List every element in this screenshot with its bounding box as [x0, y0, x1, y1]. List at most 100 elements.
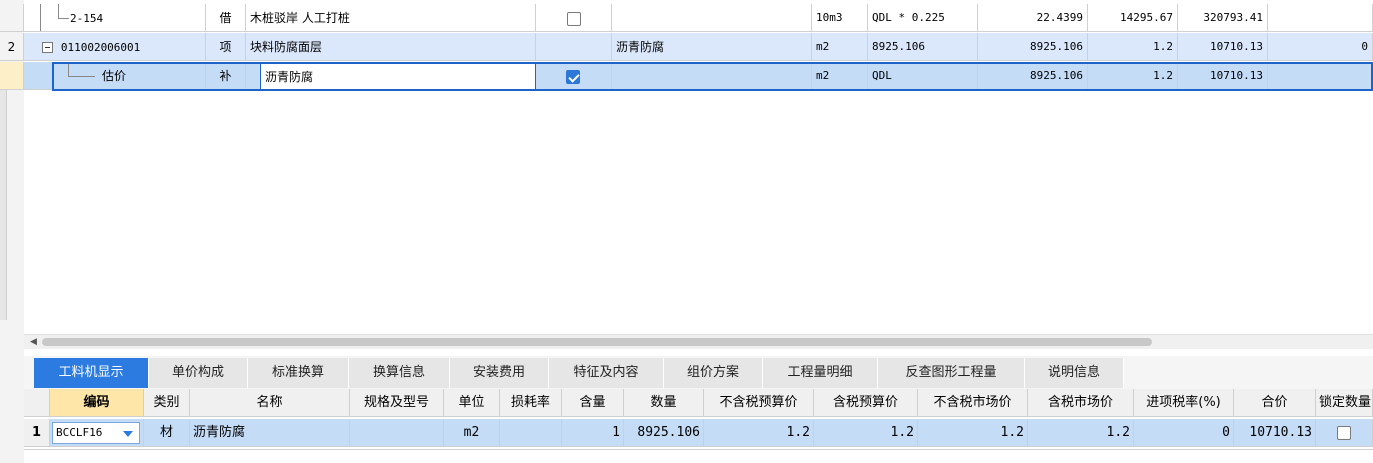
spec-cell[interactable]	[612, 62, 812, 90]
code-dropdown[interactable]: BCCLF16	[52, 422, 140, 444]
code-text: 估价	[102, 69, 127, 83]
lower-table-row[interactable]: 1 BCCLF16 材 沥青防腐 m2 1 8925.106 1.2 1.2 1…	[24, 419, 1373, 447]
scroll-left-icon[interactable]: ◀	[30, 337, 37, 347]
scrollbar-thumb[interactable]	[42, 338, 1152, 346]
header-quantity[interactable]: 数量	[624, 389, 704, 417]
code-cell[interactable]: 估价	[24, 62, 206, 90]
tax-budget-cell[interactable]: 1.2	[814, 419, 918, 447]
type-cell[interactable]: 项	[206, 33, 246, 61]
collapse-icon[interactable]	[42, 42, 53, 53]
row-number: 2	[0, 33, 24, 61]
row-number	[0, 62, 24, 90]
content-cell[interactable]: 1	[562, 419, 624, 447]
loss-cell[interactable]	[500, 419, 562, 447]
checkbox[interactable]	[566, 11, 581, 26]
expr-cell[interactable]: QDL	[868, 62, 978, 90]
upper-grid: 2-154 借 木桩驳岸 人工打桩 10m3 QDL * 0.225 22.43…	[0, 0, 1373, 334]
lock-qty-cell[interactable]	[1316, 419, 1373, 447]
price-cell[interactable]: 1.2	[1088, 33, 1178, 61]
tax-market-cell[interactable]: 1.2	[1028, 419, 1134, 447]
quantity-cell[interactable]: 8925.106	[624, 419, 704, 447]
checkbox-cell[interactable]	[536, 4, 612, 32]
price-cell[interactable]: 1.2	[1088, 62, 1178, 90]
header-content[interactable]: 含量	[562, 389, 624, 417]
total-cell[interactable]: 10710.13	[1234, 419, 1316, 447]
lock-checkbox[interactable]	[1337, 425, 1351, 440]
name-cell[interactable]: 木桩驳岸 人工打桩	[246, 4, 536, 32]
spec-cell[interactable]: 沥青防腐	[612, 33, 812, 61]
row-number: 1	[24, 419, 50, 447]
header-code[interactable]: 编码	[50, 389, 144, 417]
code-cell[interactable]: 2-154	[24, 4, 206, 32]
app-root: 2-154 借 木桩驳岸 人工打桩 10m3 QDL * 0.225 22.43…	[0, 0, 1373, 463]
extra-cell[interactable]	[1268, 62, 1373, 90]
tab-quantity-detail[interactable]: 工程量明细	[763, 358, 878, 388]
expr-cell[interactable]: QDL * 0.225	[868, 4, 978, 32]
header-rownum	[24, 389, 50, 417]
header-tax-budget[interactable]: 含税预算价	[814, 389, 918, 417]
table-row[interactable]: 2-154 借 木桩驳岸 人工打桩 10m3 QDL * 0.225 22.43…	[0, 4, 1373, 32]
name-edit-cell[interactable]: 沥青防腐	[260, 62, 536, 90]
pretax-budget-cell[interactable]: 1.2	[704, 419, 814, 447]
header-lock-qty[interactable]: 锁定数量	[1316, 389, 1373, 417]
qty-cell[interactable]: 22.4399	[978, 4, 1088, 32]
pretax-market-cell[interactable]: 1.2	[918, 419, 1028, 447]
header-tax-rate[interactable]: 进项税率(%)	[1134, 389, 1234, 417]
checkbox-cell[interactable]	[536, 62, 612, 90]
tab-conversion-info[interactable]: 换算信息	[349, 358, 450, 388]
tab-bar: 工料机显示 单价构成 标准换算 换算信息 安装费用 特征及内容 组价方案 工程量…	[24, 356, 1373, 389]
header-pretax-budget[interactable]: 不含税预算价	[704, 389, 814, 417]
header-spec[interactable]: 规格及型号	[350, 389, 444, 417]
name-cell[interactable]: 块料防腐面层	[246, 33, 536, 61]
lower-grid: 编码 类别 名称 规格及型号 单位 损耗率 含量 数量 不含税预算价 含税预算价…	[24, 389, 1373, 449]
extra-cell[interactable]: 0	[1268, 33, 1373, 61]
header-name[interactable]: 名称	[190, 389, 350, 417]
type-cell[interactable]: 补	[206, 62, 246, 90]
total-cell[interactable]: 10710.13	[1178, 62, 1268, 90]
total-cell[interactable]: 10710.13	[1178, 33, 1268, 61]
header-tax-market[interactable]: 含税市场价	[1028, 389, 1134, 417]
header-loss-rate[interactable]: 损耗率	[500, 389, 562, 417]
unit-cell[interactable]: m2	[444, 419, 500, 447]
tab-pricing-plan[interactable]: 组价方案	[664, 358, 763, 388]
tab-features[interactable]: 特征及内容	[549, 358, 664, 388]
tab-reverse-lookup[interactable]: 反查图形工程量	[878, 358, 1025, 388]
header-pretax-market[interactable]: 不含税市场价	[918, 389, 1028, 417]
header-total[interactable]: 合价	[1234, 389, 1316, 417]
chevron-down-icon[interactable]	[123, 431, 133, 437]
expr-cell[interactable]: 8925.106	[868, 33, 978, 61]
tab-description[interactable]: 说明信息	[1025, 358, 1124, 388]
spec-cell[interactable]	[612, 4, 812, 32]
unit-cell[interactable]: 10m3	[812, 4, 868, 32]
tab-unit-price[interactable]: 单价构成	[149, 358, 248, 388]
checkbox-cell[interactable]	[536, 33, 612, 61]
code-text: 011002006001	[60, 41, 141, 54]
panel-resize-handle[interactable]	[0, 78, 7, 320]
table-row-selected[interactable]: 估价 补 沥青防腐 m2 QDL 8925.106 1.2 10710.13	[0, 62, 1373, 90]
header-unit[interactable]: 单位	[444, 389, 500, 417]
unit-cell[interactable]: m2	[812, 33, 868, 61]
header-category[interactable]: 类别	[144, 389, 190, 417]
tab-install-cost[interactable]: 安装费用	[450, 358, 549, 388]
horizontal-scrollbar[interactable]: ◀	[24, 334, 1373, 349]
tab-standard-conversion[interactable]: 标准换算	[248, 358, 349, 388]
qty-cell[interactable]: 8925.106	[978, 33, 1088, 61]
qty-cell[interactable]: 8925.106	[978, 62, 1088, 90]
type-cell[interactable]: 借	[206, 4, 246, 32]
checkbox-checked[interactable]	[566, 69, 580, 84]
total-cell[interactable]: 320793.41	[1178, 4, 1268, 32]
table-row[interactable]: 2 011002006001 项 块料防腐面层 沥青防腐 m2 8925.106…	[0, 33, 1373, 61]
lower-header-row: 编码 类别 名称 规格及型号 单位 损耗率 含量 数量 不含税预算价 含税预算价…	[24, 389, 1373, 417]
code-text: 2-154	[70, 12, 104, 25]
tax-rate-cell[interactable]: 0	[1134, 419, 1234, 447]
code-dropdown-value: BCCLF16	[56, 426, 103, 439]
category-cell[interactable]: 材	[144, 419, 190, 447]
code-cell[interactable]: BCCLF16	[50, 419, 144, 447]
extra-cell[interactable]	[1268, 4, 1373, 32]
spec-cell[interactable]	[350, 419, 444, 447]
code-cell[interactable]: 011002006001	[24, 33, 206, 61]
unit-cell[interactable]: m2	[812, 62, 868, 90]
name-cell[interactable]: 沥青防腐	[190, 419, 350, 447]
price-cell[interactable]: 14295.67	[1088, 4, 1178, 32]
tab-labor-material[interactable]: 工料机显示	[34, 358, 149, 388]
